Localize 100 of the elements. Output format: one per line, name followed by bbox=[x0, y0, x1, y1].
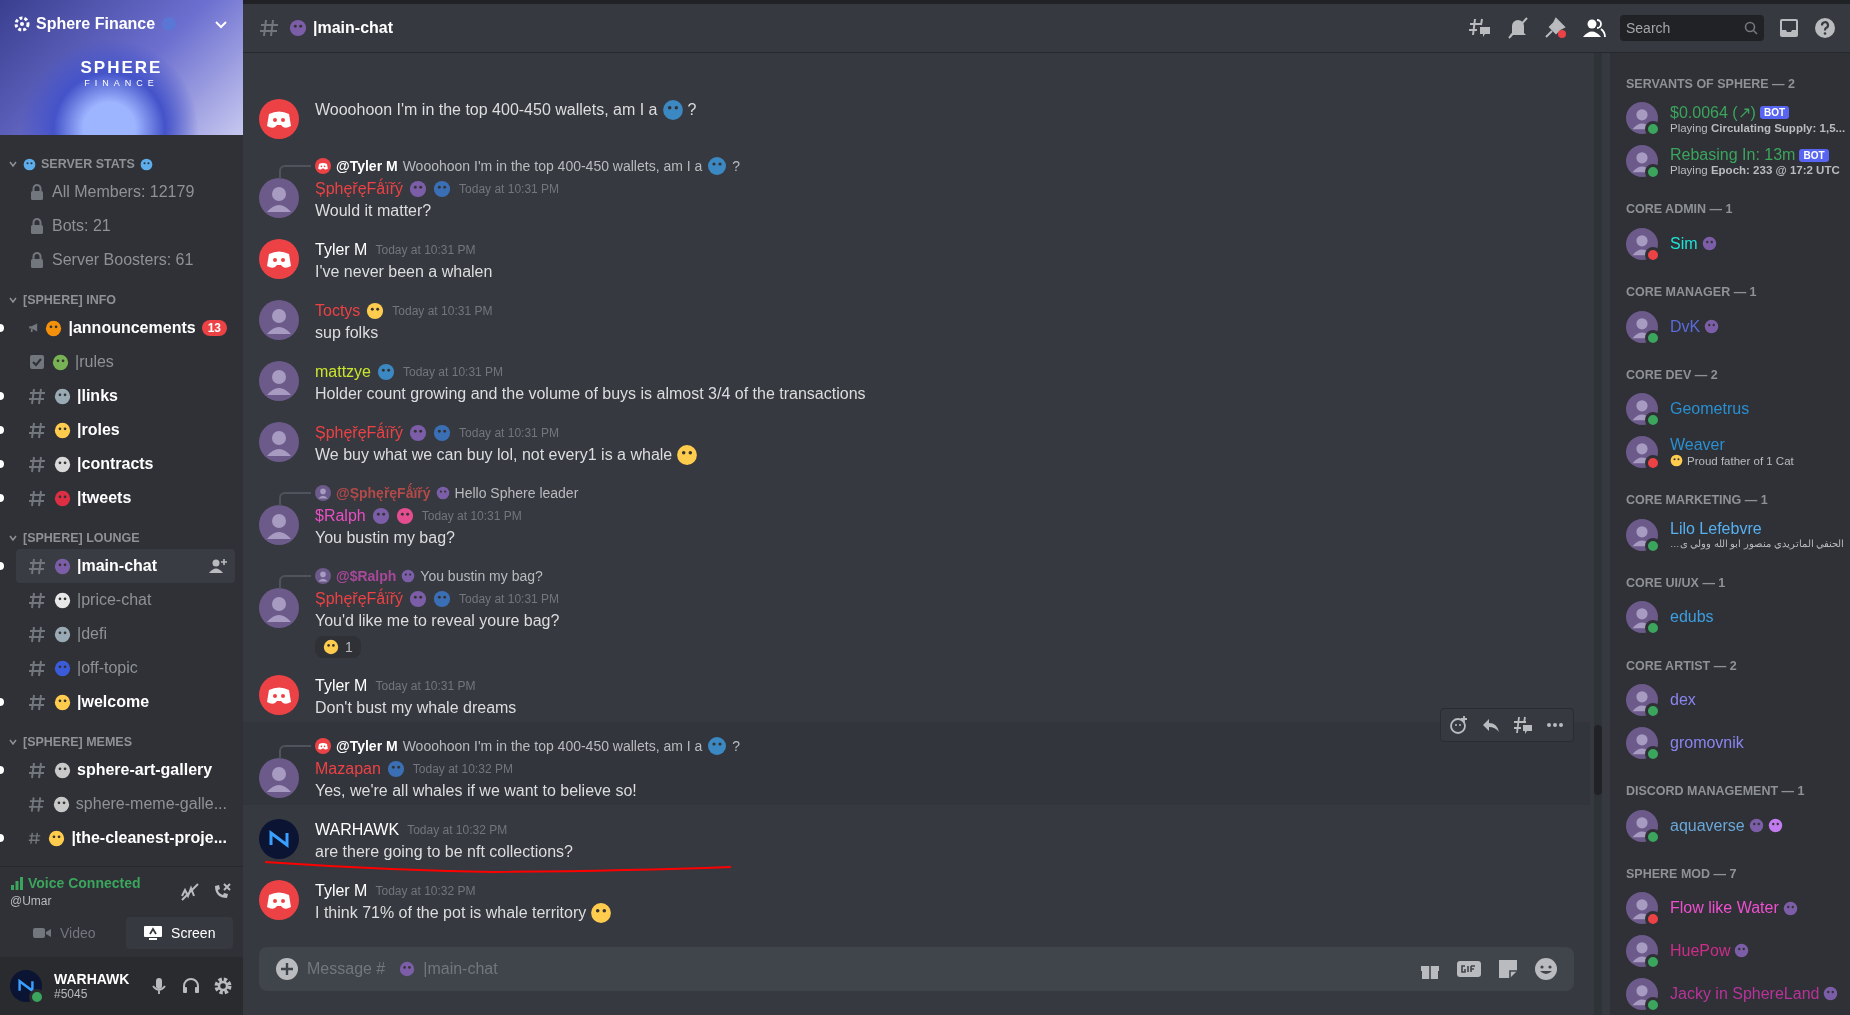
category-name[interactable]: [SPHERE] MEMES bbox=[23, 735, 133, 749]
noise-suppression-icon[interactable] bbox=[179, 882, 201, 902]
member-name[interactable]: edubs bbox=[1670, 608, 1714, 627]
member-name[interactable]: Rebasing In: 13m bbox=[1670, 146, 1796, 165]
hashtag-icon bbox=[28, 693, 48, 711]
chevron-icon[interactable] bbox=[8, 533, 18, 543]
author-name[interactable]: Tyler M bbox=[315, 677, 368, 695]
reply-text[interactable]: You bustin my bag? bbox=[420, 568, 543, 584]
author-name[interactable]: Tyler M bbox=[315, 882, 368, 900]
role-header: SERVANTS OF SPHERE — 2 bbox=[1626, 76, 1797, 93]
voice-channel: @Umar bbox=[10, 894, 52, 908]
member-name[interactable]: Jacky in SphereLand bbox=[1670, 984, 1820, 1003]
reply-text[interactable]: Hello Sphere leader bbox=[454, 485, 579, 501]
channel-item[interactable]: |roles bbox=[16, 413, 235, 447]
scrollbar-thumb[interactable] bbox=[1594, 725, 1602, 795]
author-name[interactable]: ȘphęřęFǻïřý bbox=[315, 180, 404, 198]
author-name[interactable]: Mazapan bbox=[315, 760, 381, 778]
author-name[interactable]: WARHAWK bbox=[315, 821, 400, 839]
channel-item[interactable]: |welcome bbox=[16, 685, 235, 719]
channel-item[interactable]: |links bbox=[16, 379, 235, 413]
message-text: Don't bust my whale dreams bbox=[315, 698, 517, 718]
avatar[interactable] bbox=[259, 880, 299, 920]
members-icon[interactable] bbox=[1582, 17, 1606, 39]
microphone-icon[interactable] bbox=[149, 976, 169, 996]
avatar[interactable] bbox=[259, 675, 299, 715]
headphones-icon[interactable] bbox=[181, 976, 201, 996]
chevron-icon[interactable] bbox=[8, 159, 18, 169]
channel-item[interactable]: |rules bbox=[16, 345, 235, 379]
author-name[interactable]: ȘphęřęFǻïřý bbox=[315, 424, 404, 442]
chevron-icon[interactable] bbox=[8, 737, 18, 747]
member-name[interactable]: HuePow bbox=[1670, 942, 1731, 960]
channel-item[interactable]: |defi bbox=[16, 617, 235, 651]
avatar[interactable] bbox=[315, 158, 331, 174]
voice-button[interactable]: Screen bbox=[125, 917, 233, 949]
channel-item[interactable]: sphere-meme-galle... bbox=[16, 787, 235, 821]
reply-text[interactable]: Wooohoon I'm in the top 400-450 wallets, am I a bbox=[402, 158, 703, 174]
reaction-button[interactable]: 1 bbox=[315, 636, 361, 658]
checkbox-icon bbox=[28, 353, 46, 371]
voice-status[interactable]: Voice Connected bbox=[28, 875, 141, 891]
channel-item[interactable]: |tweets bbox=[16, 481, 235, 515]
chevron-icon[interactable] bbox=[8, 295, 18, 305]
member-name[interactable]: Geometrus bbox=[1670, 400, 1750, 419]
member-name[interactable]: Weaver bbox=[1670, 436, 1725, 455]
member-name[interactable]: dex bbox=[1670, 691, 1696, 710]
channel-item[interactable]: Bots: 21 bbox=[16, 209, 235, 243]
channel-item[interactable]: |off-topic bbox=[16, 651, 235, 685]
channel-item[interactable]: All Members: 12179 bbox=[16, 175, 235, 209]
channel-item[interactable]: Server Boosters: 61 bbox=[16, 243, 235, 277]
help-icon[interactable] bbox=[1814, 17, 1836, 39]
reply-text[interactable]: ? bbox=[732, 158, 741, 174]
avatar[interactable] bbox=[259, 99, 299, 139]
member-name[interactable]: Sim bbox=[1670, 234, 1698, 253]
pin-icon[interactable] bbox=[1544, 17, 1568, 39]
sticker-icon[interactable] bbox=[1496, 957, 1520, 981]
category-name[interactable]: [SPHERE] LOUNGE bbox=[23, 531, 140, 545]
emoji-picker-icon[interactable] bbox=[1534, 957, 1558, 981]
category-name[interactable]: [SPHERE] INFO bbox=[23, 293, 117, 307]
message-text: You'd like me to reveal youre bag? bbox=[315, 611, 560, 631]
channel-item[interactable]: |the-cleanest-proje... bbox=[16, 821, 235, 855]
author-name[interactable]: Toctys bbox=[315, 302, 361, 320]
reply-author[interactable]: @$Ralph bbox=[336, 568, 397, 584]
member-name[interactable]: $0.0064 (↗) bbox=[1670, 102, 1756, 122]
channel-item[interactable]: |contracts bbox=[16, 447, 235, 481]
gif-icon[interactable] bbox=[1456, 959, 1482, 979]
member-name[interactable]: Lilo Lefebvre bbox=[1670, 520, 1762, 539]
settings-icon[interactable] bbox=[213, 976, 233, 996]
reply-author[interactable]: @Tyler M bbox=[336, 158, 398, 174]
gear-icon bbox=[14, 16, 30, 32]
member-name[interactable]: Flow like Water bbox=[1670, 899, 1779, 918]
inbox-icon[interactable] bbox=[1778, 17, 1800, 39]
channel-item[interactable]: |announcements 13 bbox=[16, 311, 235, 345]
add-member-icon[interactable] bbox=[209, 558, 227, 574]
thread-icon[interactable] bbox=[1513, 715, 1533, 735]
author-name[interactable]: ȘphęřęFǻïřý bbox=[315, 590, 404, 608]
threads-icon[interactable] bbox=[1468, 17, 1492, 39]
author-name[interactable]: Tyler M bbox=[315, 241, 368, 259]
search-field[interactable]: Search bbox=[1620, 15, 1764, 41]
author-name[interactable]: mattzye bbox=[315, 363, 371, 381]
channel-item[interactable]: |main-chat bbox=[16, 549, 235, 583]
add-attachment-icon[interactable] bbox=[275, 957, 299, 981]
reply-author[interactable]: @Tyler M bbox=[336, 738, 398, 754]
server-banner[interactable]: Sphere Finance SPHERE FINANCE bbox=[0, 0, 243, 135]
member-name[interactable]: gromovnik bbox=[1670, 733, 1744, 752]
avatar[interactable] bbox=[259, 239, 299, 279]
hashtag-icon bbox=[28, 795, 47, 813]
muted-bell-icon[interactable] bbox=[1506, 17, 1530, 39]
avatar[interactable] bbox=[259, 819, 299, 859]
member-name[interactable]: DvK bbox=[1670, 317, 1701, 336]
reply-author[interactable]: @ȘphęřęFǻïřý bbox=[336, 485, 431, 501]
hashtag-icon bbox=[28, 557, 48, 575]
avatar[interactable] bbox=[315, 738, 331, 754]
reply-text[interactable]: ? bbox=[732, 738, 741, 754]
author-name[interactable]: $Ralph bbox=[315, 507, 366, 525]
member-name[interactable]: aquaverse bbox=[1670, 816, 1745, 835]
add-reaction-icon[interactable] bbox=[1449, 715, 1469, 735]
channel-item[interactable]: |price-chat bbox=[16, 583, 235, 617]
reply-text[interactable]: Wooohoon I'm in the top 400-450 wallets, am I a bbox=[402, 738, 703, 754]
role-header: CORE ADMIN — 1 bbox=[1626, 201, 1734, 219]
category-name[interactable]: SERVER STATS bbox=[41, 157, 135, 171]
channel-item[interactable]: sphere-art-gallery bbox=[16, 753, 235, 787]
